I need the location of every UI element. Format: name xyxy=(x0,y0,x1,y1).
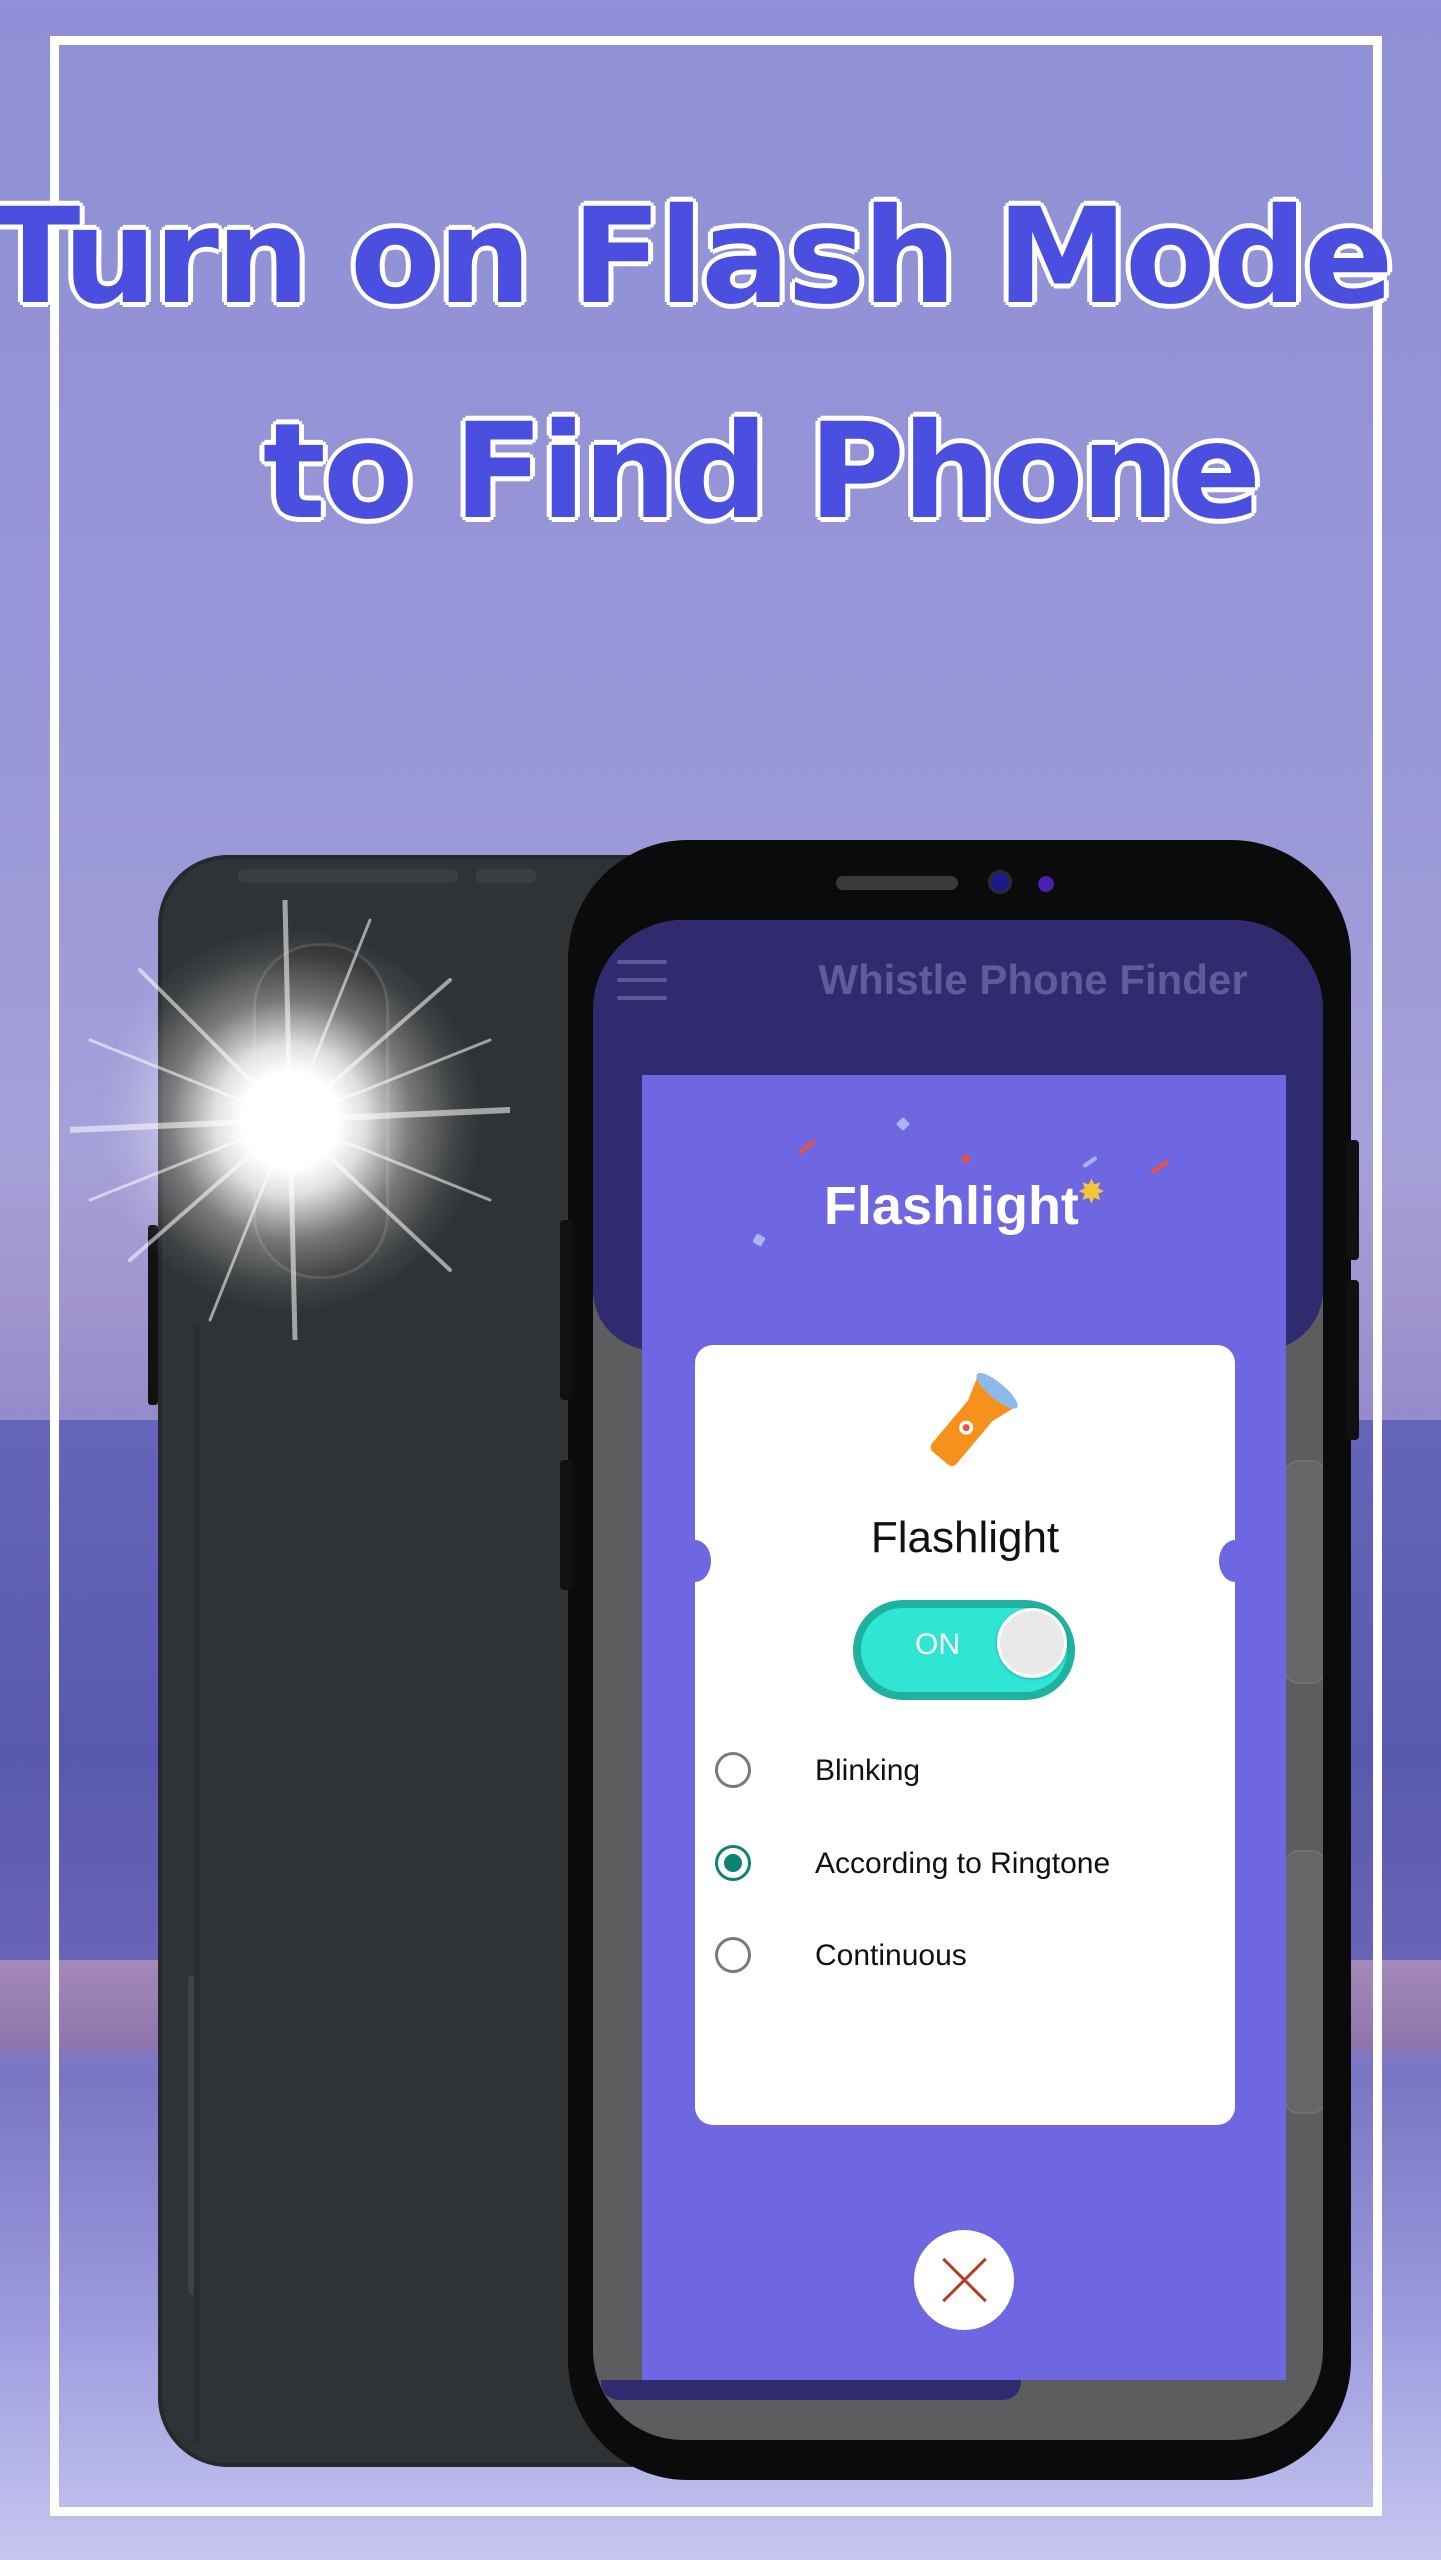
phone-side-button-right xyxy=(1347,1140,1359,1260)
flashlight-icon xyxy=(930,1373,1018,1467)
option-blinking[interactable]: Blinking xyxy=(715,1740,1215,1800)
flash-light-glow xyxy=(100,930,480,1310)
confetti xyxy=(1082,1155,1098,1169)
option-label: Continuous xyxy=(815,1939,967,1972)
confetti xyxy=(798,1139,816,1155)
option-label: Blinking xyxy=(815,1754,921,1787)
confetti xyxy=(1150,1159,1170,1175)
dialog-title: Flashlight✸ xyxy=(642,1175,1286,1237)
option-label: According to Ringtone xyxy=(815,1847,1111,1880)
flashlight-dialog: Flashlight✸ Flashlight ON Blinking Accor xyxy=(642,1075,1286,2380)
menu-icon[interactable] xyxy=(617,960,667,1002)
headline-line-2: to Find Phone xyxy=(261,393,1263,551)
back-phone-top-slot-2 xyxy=(476,869,536,883)
radio-blinking[interactable] xyxy=(715,1752,751,1788)
option-according-to-ringtone[interactable]: According to Ringtone xyxy=(715,1833,1215,1893)
radio-according-to-ringtone[interactable] xyxy=(715,1845,751,1881)
flashlight-toggle[interactable]: ON xyxy=(853,1600,1075,1700)
toggle-label: ON xyxy=(915,1628,960,1661)
front-camera xyxy=(988,870,1012,894)
phone-side-button-right-2 xyxy=(1347,1280,1359,1440)
flashlight-card: Flashlight ON Blinking According to Ring… xyxy=(679,1345,1251,2125)
background-card xyxy=(1283,1460,1323,1684)
background-card xyxy=(1283,1850,1323,2114)
option-continuous[interactable]: Continuous xyxy=(715,1925,1215,1985)
confetti xyxy=(895,1116,911,1132)
phone-side-button-left xyxy=(560,1220,572,1400)
confetti xyxy=(962,1155,970,1163)
radio-continuous[interactable] xyxy=(715,1937,751,1973)
card-title: Flashlight xyxy=(870,1513,1060,1562)
back-phone-edge-line xyxy=(194,1325,200,2445)
toggle-knob xyxy=(997,1608,1067,1678)
sparkle-icon: ✸ xyxy=(1078,1176,1105,1209)
earpiece-speaker xyxy=(836,876,958,890)
bottom-nav-strip xyxy=(601,2380,1021,2400)
back-phone-top-slot xyxy=(238,869,458,883)
phone-side-button-left-2 xyxy=(560,1460,572,1590)
app-title: Whistle Phone Finder xyxy=(818,956,1248,1003)
front-sensor xyxy=(1038,876,1054,892)
headline-line-1: Turn on Flash Mode xyxy=(0,178,1396,336)
dialog-title-text: Flashlight xyxy=(823,1176,1079,1236)
close-icon[interactable] xyxy=(914,2230,1014,2330)
